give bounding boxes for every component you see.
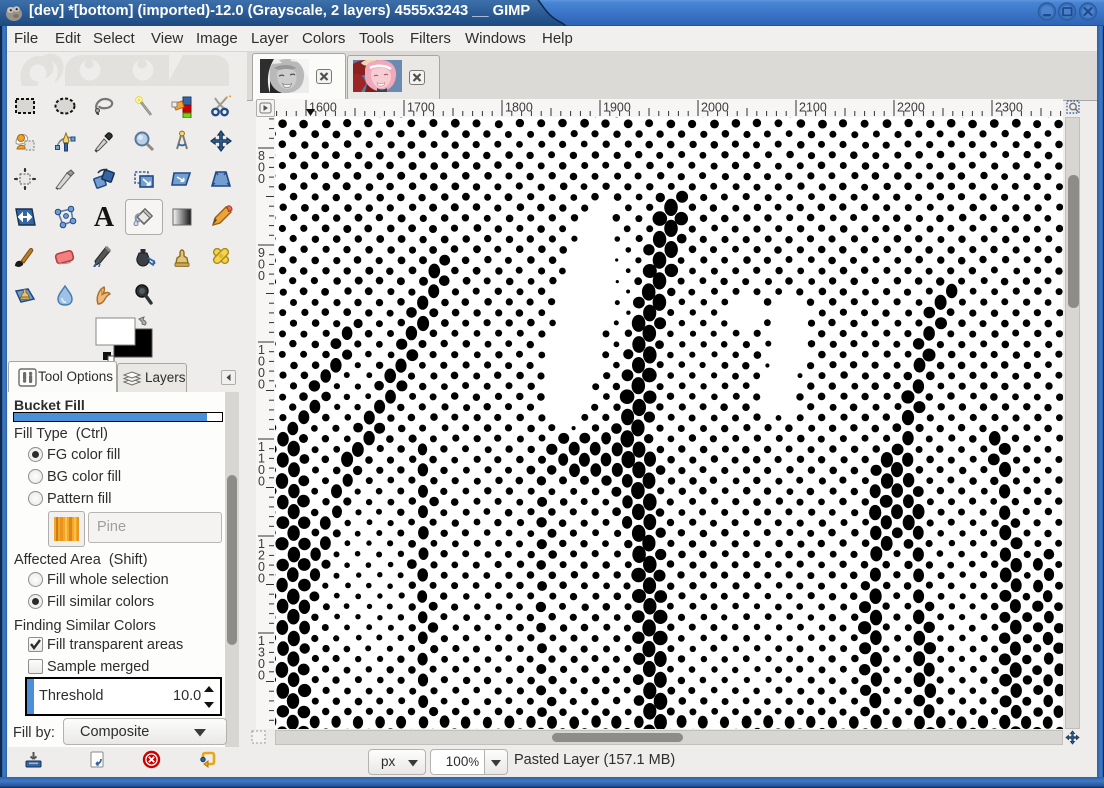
svg-text:0: 0 <box>258 378 265 392</box>
svg-text:0: 0 <box>258 669 265 683</box>
svg-text:2200: 2200 <box>897 101 925 115</box>
svg-text:2100: 2100 <box>799 101 827 115</box>
svg-text:0: 0 <box>258 475 265 489</box>
svg-text:1800: 1800 <box>505 101 533 115</box>
svg-text:0: 0 <box>258 572 265 586</box>
svg-text:1900: 1900 <box>603 101 631 115</box>
svg-text:2000: 2000 <box>701 101 729 115</box>
svg-text:1600: 1600 <box>309 101 337 115</box>
svg-text:0: 0 <box>258 172 265 186</box>
svg-text:2300: 2300 <box>995 101 1023 115</box>
svg-text:1700: 1700 <box>407 101 435 115</box>
svg-text:0: 0 <box>258 269 265 283</box>
svg-text:A: A <box>94 205 115 229</box>
